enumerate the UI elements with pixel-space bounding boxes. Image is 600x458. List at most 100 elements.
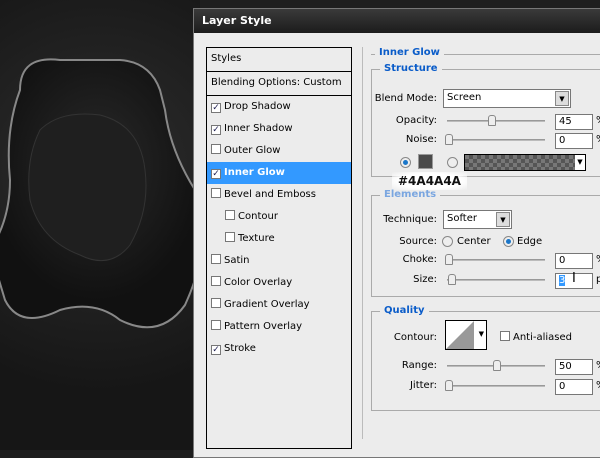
range-unit: %: [596, 360, 600, 371]
styles-header[interactable]: Styles: [207, 48, 351, 72]
jitter-slider-thumb[interactable]: [445, 380, 453, 391]
size-label: Size:: [413, 274, 437, 285]
noise-slider[interactable]: [445, 134, 545, 145]
checkbox[interactable]: [211, 298, 221, 308]
chevron-down-icon: ▼: [555, 91, 569, 106]
style-item-inner-shadow[interactable]: ✓ Inner Shadow: [207, 118, 351, 140]
checkbox[interactable]: [211, 188, 221, 198]
noise-unit: %: [596, 134, 600, 145]
checkbox[interactable]: ✓: [211, 125, 221, 135]
style-item-label: Inner Glow: [224, 167, 285, 178]
style-item-inner-glow[interactable]: ✓ Inner Glow: [207, 162, 351, 184]
technique-select[interactable]: Softer ▼: [443, 210, 512, 229]
checkbox[interactable]: [211, 276, 221, 286]
opacity-slider[interactable]: [447, 115, 545, 126]
checkbox[interactable]: ✓: [211, 169, 221, 179]
style-item-label: Texture: [238, 233, 275, 244]
gradient-picker[interactable]: ▼: [464, 154, 586, 171]
style-item-satin[interactable]: Satin: [207, 250, 351, 272]
checkbox[interactable]: [211, 320, 221, 330]
jitter-input[interactable]: 0: [555, 379, 593, 395]
choke-slider[interactable]: [445, 254, 545, 265]
style-item-label: Drop Shadow: [224, 101, 291, 112]
checkbox[interactable]: [225, 232, 235, 242]
structure-title: Structure: [380, 63, 442, 74]
style-item-drop-shadow[interactable]: ✓ Drop Shadow: [207, 96, 351, 118]
checkbox[interactable]: ✓: [211, 345, 221, 355]
source-center-radio[interactable]: [442, 236, 453, 247]
choke-input[interactable]: 0: [555, 253, 593, 269]
style-item-color-overlay[interactable]: Color Overlay: [207, 272, 351, 294]
style-item-pattern-overlay[interactable]: Pattern Overlay: [207, 316, 351, 338]
style-item-label: Bevel and Emboss: [224, 189, 316, 200]
jitter-label: Jitter:: [409, 380, 437, 391]
source-edge-label: Edge: [517, 236, 543, 247]
text-cursor-icon: I: [572, 271, 576, 286]
color-tooltip: #4A4A4A: [392, 172, 467, 190]
range-input[interactable]: 50: [555, 359, 593, 375]
checkbox[interactable]: [500, 331, 510, 341]
opacity-input[interactable]: 45: [555, 114, 593, 130]
style-item-label: Satin: [224, 255, 250, 266]
style-item-bevel-and-emboss[interactable]: Bevel and Emboss: [207, 184, 351, 206]
noise-slider-thumb[interactable]: [445, 134, 453, 145]
choke-unit: %: [596, 254, 600, 265]
jitter-slider[interactable]: [445, 380, 545, 391]
color-radio[interactable]: [400, 157, 411, 168]
glow-color-swatch[interactable]: [418, 154, 433, 169]
chevron-down-icon: ▼: [575, 155, 585, 170]
choke-slider-thumb[interactable]: [445, 254, 453, 265]
gradient-radio[interactable]: [447, 157, 458, 168]
source-edge-radio[interactable]: [503, 236, 514, 247]
chevron-down-icon: ▼: [478, 330, 484, 338]
range-slider[interactable]: [447, 360, 545, 371]
noise-input[interactable]: 0: [555, 133, 593, 149]
opacity-unit: %: [596, 115, 600, 126]
contour-picker[interactable]: ▼: [445, 320, 487, 350]
opacity-slider-thumb[interactable]: [488, 115, 496, 126]
range-slider-thumb[interactable]: [493, 360, 501, 371]
jitter-unit: %: [596, 380, 600, 391]
style-item-stroke[interactable]: ✓ Stroke: [207, 338, 351, 360]
checkbox[interactable]: ✓: [211, 103, 221, 113]
style-item-contour[interactable]: Contour: [207, 206, 351, 228]
size-slider-thumb[interactable]: [448, 274, 456, 285]
elements-title: Elements: [380, 189, 441, 200]
quality-title: Quality: [380, 305, 429, 316]
blend-mode-select[interactable]: Screen ▼: [443, 89, 571, 108]
blending-options[interactable]: Blending Options: Custom: [207, 72, 351, 96]
checkbox[interactable]: [211, 254, 221, 264]
technique-label: Technique:: [383, 214, 437, 225]
dialog-title: Layer Style: [194, 9, 600, 33]
styles-list: Styles Blending Options: Custom ✓ Drop Sh…: [206, 47, 352, 449]
style-item-texture[interactable]: Texture: [207, 228, 351, 250]
size-value: 3: [559, 275, 566, 286]
size-slider[interactable]: [447, 274, 545, 285]
range-label: Range:: [401, 360, 437, 371]
panel-title: Inner Glow: [375, 47, 444, 58]
technique-value: Softer: [447, 213, 477, 224]
style-item-label: Color Overlay: [224, 277, 293, 288]
style-item-label: Pattern Overlay: [224, 321, 303, 332]
layer-style-dialog: Layer Style Styles Blending Options: Cus…: [193, 8, 600, 458]
blend-mode-value: Screen: [447, 92, 482, 103]
checkbox[interactable]: [225, 210, 235, 220]
source-label: Source:: [399, 236, 437, 247]
contour-label: Contour:: [393, 332, 437, 343]
shape-artwork: [0, 58, 204, 329]
style-item-outer-glow[interactable]: Outer Glow: [207, 140, 351, 162]
blend-mode-label: Blend Mode:: [374, 93, 437, 104]
anti-aliased-label: Anti-aliased: [513, 332, 573, 343]
style-item-label: Gradient Overlay: [224, 299, 310, 310]
style-item-label: Outer Glow: [224, 145, 281, 156]
style-item-label: Inner Shadow: [224, 123, 293, 134]
contour-preview-icon: [446, 321, 474, 349]
choke-label: Choke:: [402, 254, 437, 265]
canvas-artwork: [0, 0, 204, 450]
opacity-label: Opacity:: [395, 115, 437, 126]
noise-label: Noise:: [405, 134, 437, 145]
checkbox[interactable]: [211, 144, 221, 154]
style-item-label: Stroke: [224, 343, 256, 354]
anti-aliased-checkbox[interactable]: Anti-aliased: [500, 331, 572, 343]
style-item-gradient-overlay[interactable]: Gradient Overlay: [207, 294, 351, 316]
